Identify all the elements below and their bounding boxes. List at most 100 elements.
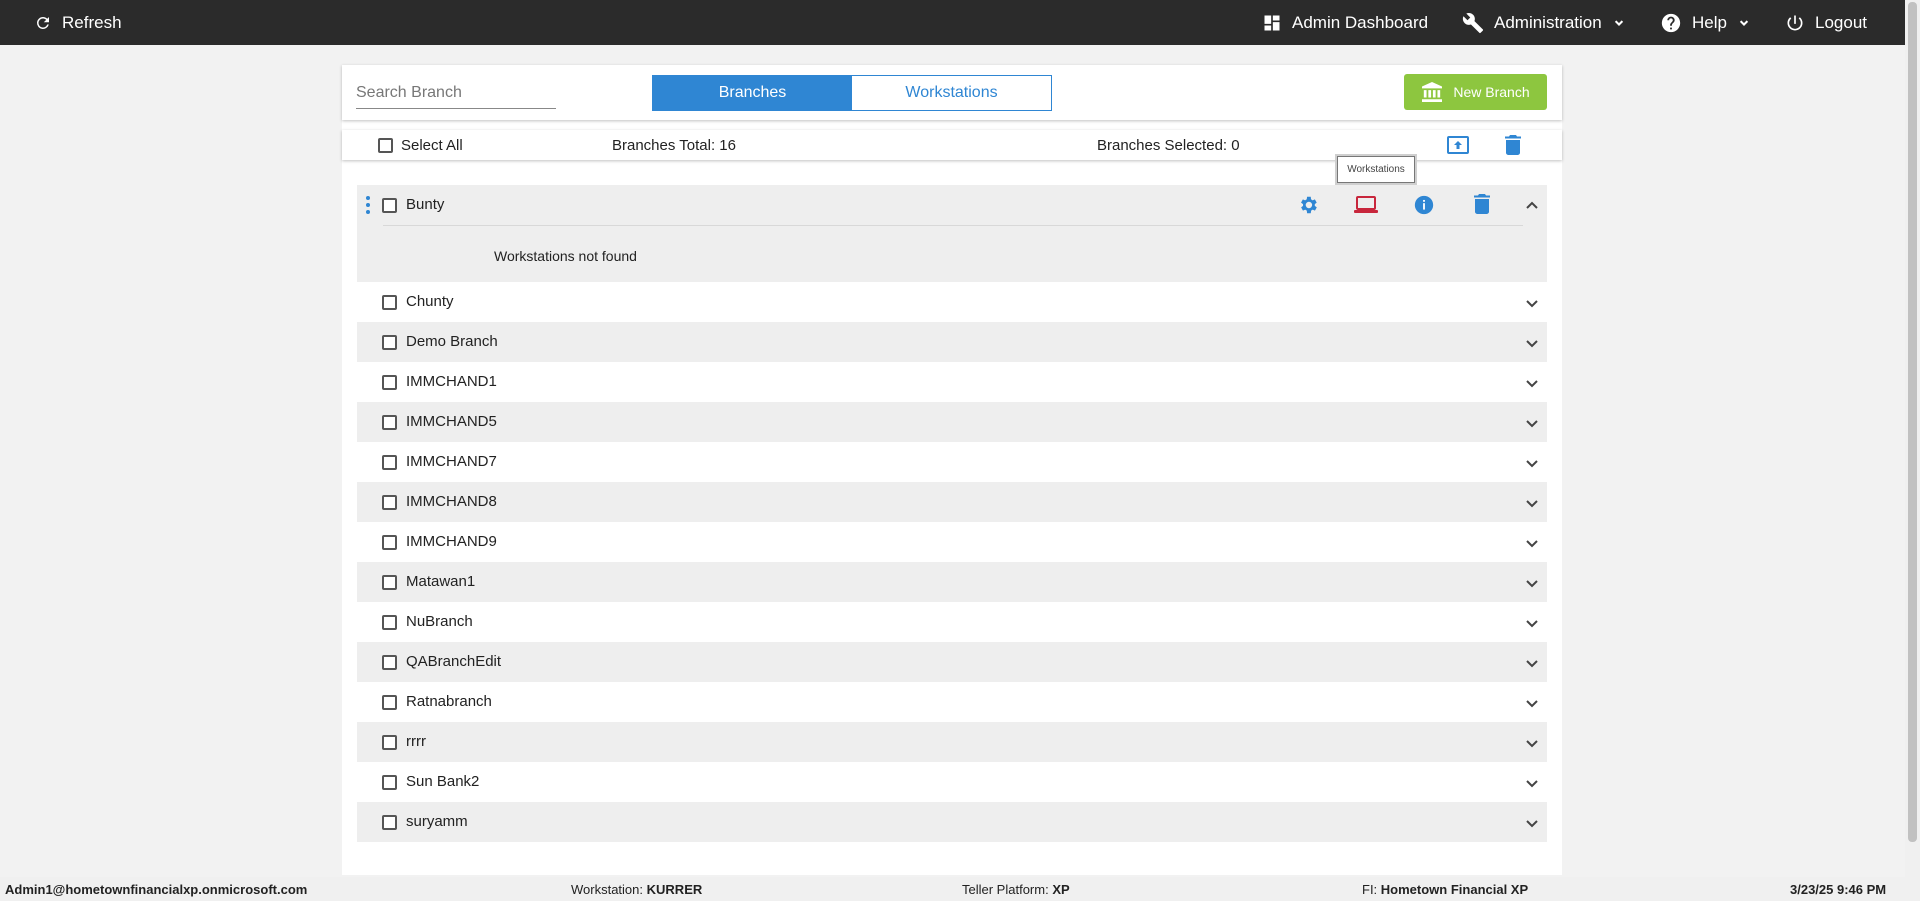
branch-row[interactable]: IMMCHAND1 <box>357 362 1547 402</box>
chevron-down-icon <box>1526 780 1538 788</box>
branch-checkbox[interactable] <box>382 375 397 390</box>
logout-button[interactable]: Logout <box>1785 0 1867 45</box>
branch-info-button[interactable] <box>1413 194 1435 221</box>
settings-icon <box>1301 196 1317 214</box>
expand-button[interactable] <box>1525 336 1539 354</box>
branch-name: IMMCHAND9 <box>406 533 497 550</box>
branch-row[interactable]: IMMCHAND7 <box>357 442 1547 482</box>
new-branch-label: New Branch <box>1453 84 1530 100</box>
branch-list: Bunty Workstations not found Chunty Demo … <box>357 185 1547 842</box>
branch-row[interactable]: Demo Branch <box>357 322 1547 362</box>
expand-button[interactable] <box>1525 656 1539 674</box>
administration-label: Administration <box>1494 12 1602 32</box>
collapse-button[interactable] <box>1525 197 1539 215</box>
branch-checkbox[interactable] <box>382 775 397 790</box>
top-nav-bar: Refresh Admin Dashboard Administration H… <box>0 0 1920 45</box>
branch-checkbox[interactable] <box>382 575 397 590</box>
user-email: Admin1@hometownfinancialxp.onmicrosoft.c… <box>5 882 308 897</box>
branch-checkbox[interactable] <box>382 615 397 630</box>
branch-name: Sun Bank2 <box>406 773 480 790</box>
branch-row[interactable]: Chunty <box>357 282 1547 322</box>
branch-row[interactable]: QABranchEdit <box>357 642 1547 682</box>
upload-icon <box>1447 136 1469 154</box>
branch-name: IMMCHAND5 <box>406 413 497 430</box>
fi-value: Hometown Financial XP <box>1380 882 1529 897</box>
chevron-down-icon <box>1526 420 1538 428</box>
expand-button[interactable] <box>1525 496 1539 514</box>
chevron-down-icon <box>1526 620 1538 628</box>
expand-button[interactable] <box>1525 776 1539 794</box>
branch-name: IMMCHAND1 <box>406 373 497 390</box>
workstation-label: Workstation: <box>571 882 644 897</box>
branch-checkbox[interactable] <box>382 415 397 430</box>
expand-button[interactable] <box>1525 616 1539 634</box>
datetime: 3/23/25 9:46 PM <box>1790 882 1887 897</box>
vertical-scrollbar[interactable] <box>1905 0 1920 877</box>
branch-row[interactable]: IMMCHAND9 <box>357 522 1547 562</box>
branch-checkbox[interactable] <box>382 295 397 310</box>
upload-button[interactable] <box>1447 136 1469 158</box>
expand-button[interactable] <box>1525 736 1539 754</box>
expanded-branch-header[interactable]: Bunty <box>357 185 1547 225</box>
wrench-icon <box>1462 12 1484 33</box>
branch-delete-button[interactable] <box>1474 194 1490 219</box>
more-options-icon[interactable] <box>366 196 370 214</box>
new-branch-button[interactable]: New Branch <box>1404 74 1547 110</box>
administration-menu[interactable]: Administration <box>1462 0 1626 45</box>
branch-row[interactable]: Sun Bank2 <box>357 762 1547 802</box>
branches-selected: Branches Selected: 0 <box>1097 137 1240 154</box>
branch-row[interactable]: rrrr <box>357 722 1547 762</box>
branch-name: Chunty <box>406 293 454 310</box>
expand-button[interactable] <box>1525 576 1539 594</box>
trash-icon <box>1474 194 1490 214</box>
admin-dashboard-link[interactable]: Admin Dashboard <box>1262 0 1428 45</box>
tab-workstations[interactable]: Workstations <box>852 76 1051 110</box>
branch-checkbox[interactable] <box>382 495 397 510</box>
branch-row[interactable]: suryamm <box>357 802 1547 842</box>
admin-dashboard-label: Admin Dashboard <box>1292 12 1429 32</box>
branch-name: Bunty <box>406 196 445 213</box>
search-branch-input[interactable] <box>356 77 556 109</box>
branch-workstations-button[interactable] <box>1353 195 1379 220</box>
delete-selected-button[interactable] <box>1505 135 1521 159</box>
help-icon <box>1661 13 1681 32</box>
expand-button[interactable] <box>1525 416 1539 434</box>
branch-checkbox[interactable] <box>382 455 397 470</box>
chevron-down-icon <box>1526 540 1538 548</box>
branch-checkbox[interactable] <box>382 335 397 350</box>
branch-row[interactable]: Ratnabranch <box>357 682 1547 722</box>
expand-button[interactable] <box>1525 536 1539 554</box>
fi-status: FI: Hometown Financial XP <box>1362 882 1528 897</box>
branch-checkbox[interactable] <box>382 535 397 550</box>
branch-checkbox[interactable] <box>382 815 397 830</box>
branch-checkbox[interactable] <box>382 198 397 213</box>
refresh-button[interactable]: Refresh <box>34 0 122 45</box>
expand-button[interactable] <box>1525 696 1539 714</box>
expand-button[interactable] <box>1525 816 1539 834</box>
logout-label: Logout <box>1815 12 1867 32</box>
branch-checkbox[interactable] <box>382 655 397 670</box>
workstations-not-found-message: Workstations not found <box>494 248 637 264</box>
branch-settings-button[interactable] <box>1297 194 1319 221</box>
branch-row[interactable]: Matawan1 <box>357 562 1547 602</box>
expand-button[interactable] <box>1525 296 1539 314</box>
branch-row[interactable]: IMMCHAND5 <box>357 402 1547 442</box>
platform-value: XP <box>1052 882 1070 897</box>
platform-label: Teller Platform: <box>962 882 1049 897</box>
tab-branches[interactable]: Branches <box>653 76 852 110</box>
scrollbar-thumb[interactable] <box>1908 2 1917 842</box>
help-menu[interactable]: Help <box>1660 0 1751 45</box>
branch-row[interactable]: NuBranch <box>357 602 1547 642</box>
chevron-down-icon <box>1526 500 1538 508</box>
expand-button[interactable] <box>1525 456 1539 474</box>
chevron-down-icon <box>1526 740 1538 748</box>
chevron-down-icon <box>1526 580 1538 588</box>
chevron-down-icon <box>1739 19 1749 26</box>
select-all[interactable]: Select All <box>378 137 463 154</box>
branch-row[interactable]: IMMCHAND8 <box>357 482 1547 522</box>
branch-checkbox[interactable] <box>382 735 397 750</box>
branch-checkbox[interactable] <box>382 695 397 710</box>
select-all-checkbox[interactable] <box>378 138 393 153</box>
expand-button[interactable] <box>1525 376 1539 394</box>
info-icon <box>1414 195 1434 215</box>
